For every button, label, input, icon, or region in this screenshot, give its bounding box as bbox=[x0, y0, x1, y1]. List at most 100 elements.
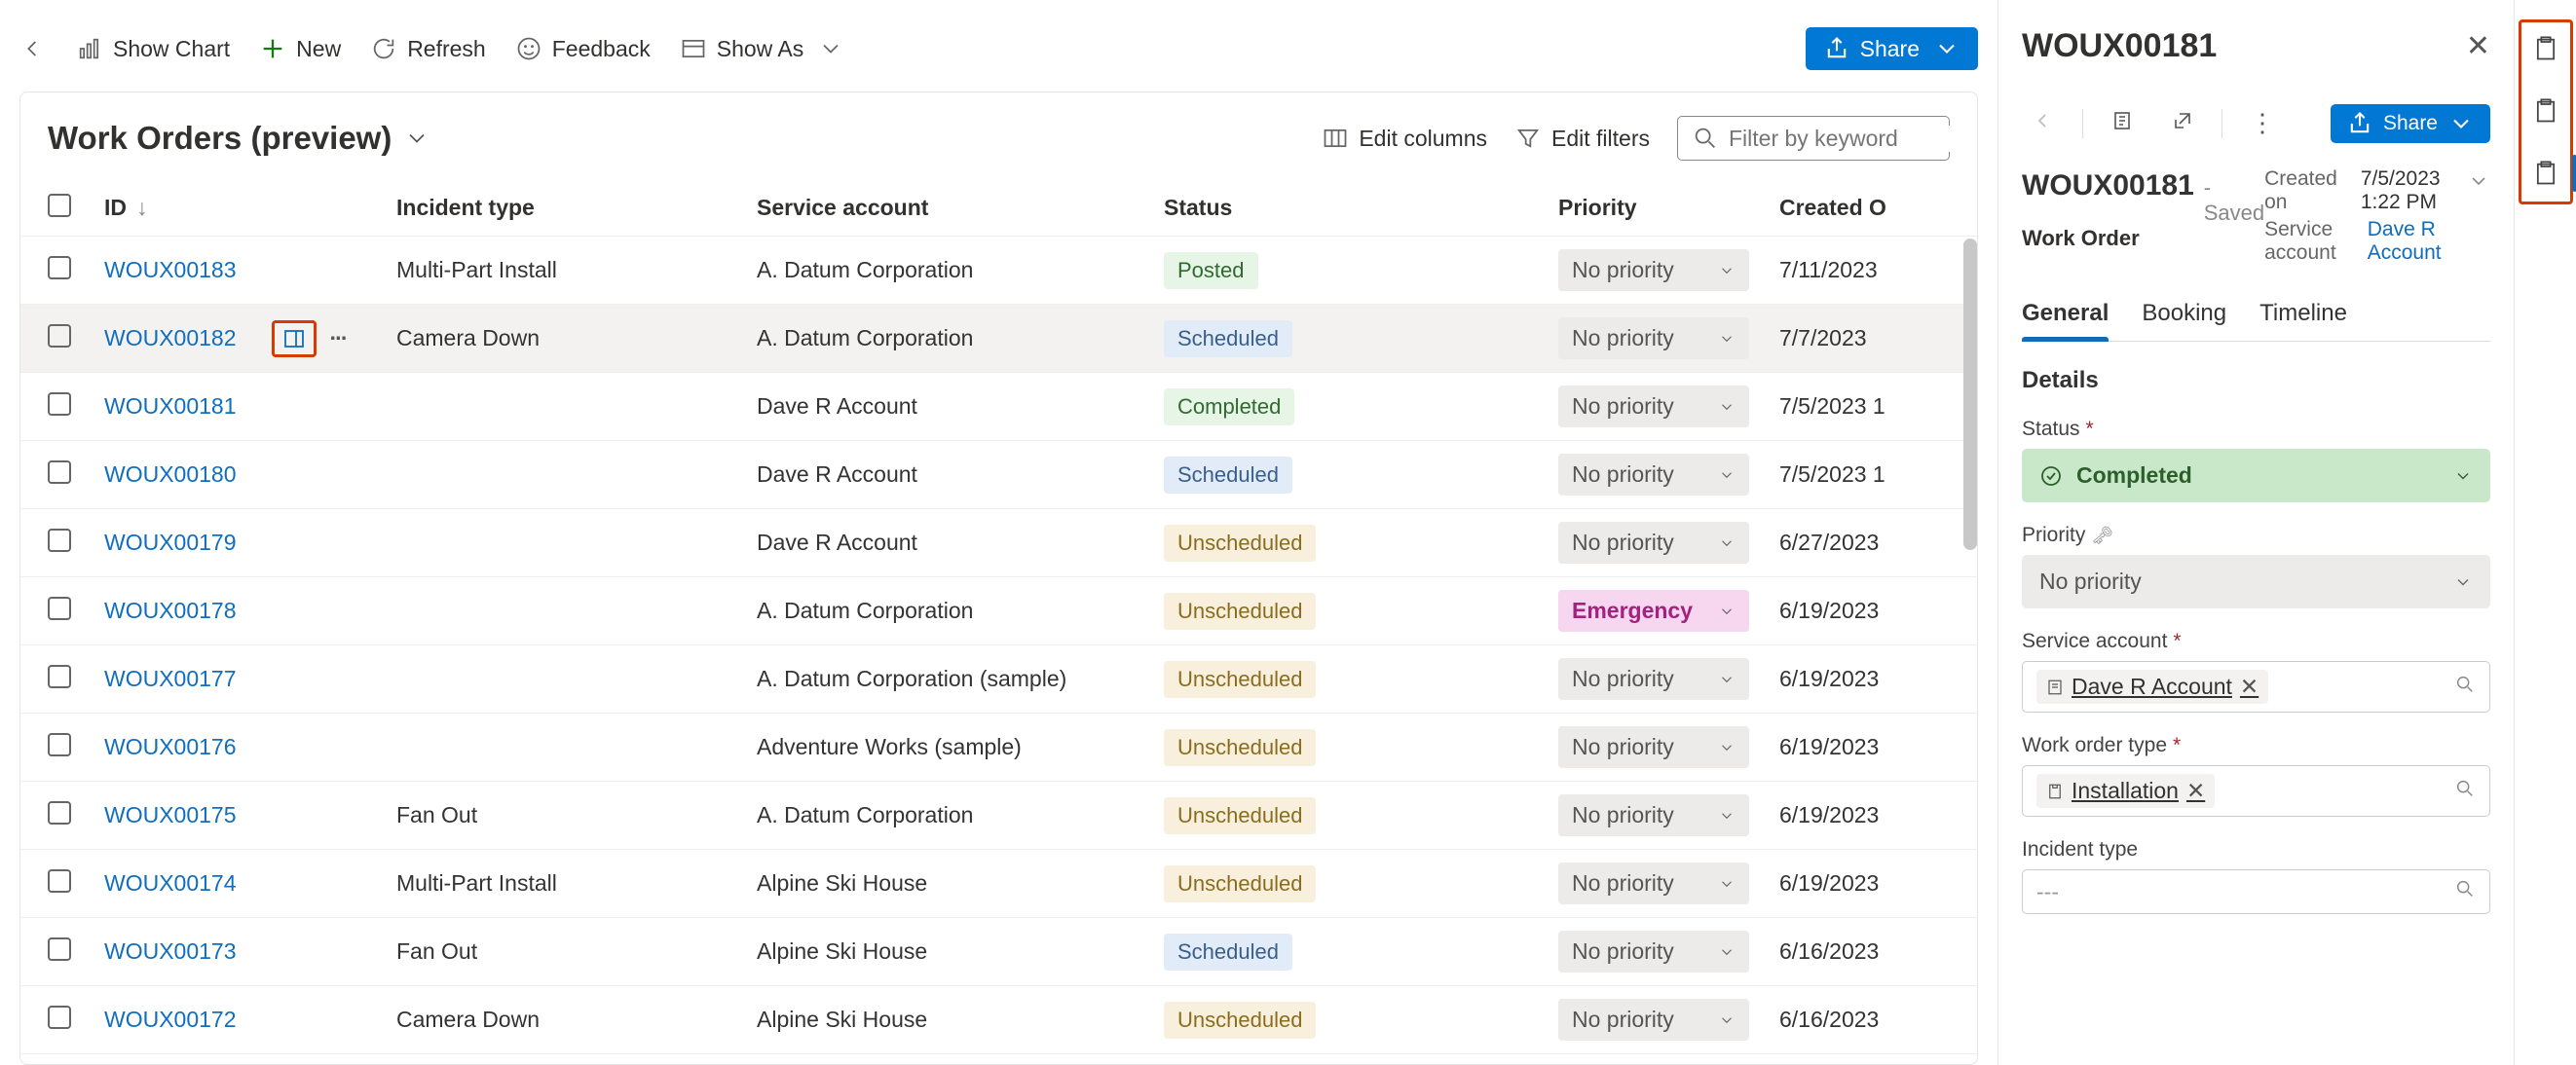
work-order-link[interactable]: WOUX00182 bbox=[104, 325, 237, 351]
incident-type-lookup[interactable]: --- bbox=[2022, 869, 2490, 914]
feedback-button[interactable]: Feedback bbox=[515, 35, 651, 62]
column-created[interactable]: Created O bbox=[1779, 195, 1886, 221]
row-checkbox[interactable] bbox=[48, 256, 71, 279]
open-record-button[interactable] bbox=[2101, 103, 2144, 144]
share-icon bbox=[1823, 35, 1850, 62]
tab-booking[interactable]: Booking bbox=[2142, 292, 2226, 341]
clear-work-order-type[interactable]: ✕ bbox=[2186, 778, 2205, 804]
row-checkbox[interactable] bbox=[48, 460, 71, 484]
priority-select[interactable]: No priority bbox=[1558, 317, 1749, 359]
work-order-link[interactable]: WOUX00181 bbox=[104, 393, 237, 420]
row-checkbox[interactable] bbox=[48, 1006, 71, 1029]
column-priority[interactable]: Priority bbox=[1558, 195, 1779, 221]
select-all-checkbox[interactable] bbox=[48, 194, 71, 217]
show-chart-button[interactable]: Show Chart bbox=[76, 35, 230, 62]
share-button[interactable]: Share bbox=[1806, 27, 1978, 70]
table-row[interactable]: WOUX00181Dave R AccountCompletedNo prior… bbox=[20, 373, 1977, 441]
status-select[interactable]: Completed bbox=[2022, 449, 2490, 502]
open-side-pane-button[interactable] bbox=[272, 320, 317, 357]
priority-select[interactable]: No priority bbox=[1558, 794, 1749, 836]
more-button[interactable]: ⋮ bbox=[2240, 102, 2285, 144]
filter-input[interactable] bbox=[1677, 116, 1950, 161]
priority-select[interactable]: No priority bbox=[1558, 454, 1749, 496]
table-row[interactable]: WOUX00177A. Datum Corporation (sample)Un… bbox=[20, 645, 1977, 714]
column-service[interactable]: Service account bbox=[757, 195, 1164, 221]
row-checkbox[interactable] bbox=[48, 937, 71, 961]
priority-select[interactable]: No priority bbox=[1558, 386, 1749, 427]
table-row[interactable]: WOUX00173Fan OutAlpine Ski HouseSchedule… bbox=[20, 918, 1977, 986]
work-order-link[interactable]: WOUX00179 bbox=[104, 530, 237, 556]
work-order-link[interactable]: WOUX00172 bbox=[104, 1007, 237, 1033]
priority-select[interactable]: No priority bbox=[1558, 863, 1749, 904]
side-panel: WOUX00181 ✕ ⋮ Share WOUX00181 - Saved Wo… bbox=[1997, 0, 2514, 1065]
row-checkbox[interactable] bbox=[48, 597, 71, 620]
status-pill: Posted bbox=[1164, 252, 1258, 289]
back-button[interactable] bbox=[19, 35, 47, 62]
edit-columns-button[interactable]: Edit columns bbox=[1322, 125, 1487, 152]
row-checkbox[interactable] bbox=[48, 529, 71, 552]
work-order-link[interactable]: WOUX00175 bbox=[104, 802, 237, 828]
view-title[interactable]: Work Orders (preview) bbox=[48, 120, 430, 157]
work-order-link[interactable]: WOUX00174 bbox=[104, 870, 237, 897]
close-button[interactable]: ✕ bbox=[2466, 29, 2490, 63]
priority-select[interactable]: No priority bbox=[1558, 249, 1749, 291]
priority-select[interactable]: No priority bbox=[1558, 522, 1749, 564]
scrollbar-thumb[interactable] bbox=[1963, 239, 1977, 550]
table-row[interactable]: WOUX00179Dave R AccountUnscheduledNo pri… bbox=[20, 509, 1977, 577]
service-account-link[interactable]: Dave R Account bbox=[2368, 218, 2447, 265]
table-row[interactable]: WOUX00176Adventure Works (sample)Unsched… bbox=[20, 714, 1977, 782]
new-button[interactable]: New bbox=[259, 35, 341, 62]
priority-select[interactable]: No priority bbox=[2022, 555, 2490, 608]
priority-select[interactable]: No priority bbox=[1558, 999, 1749, 1041]
rail-clipboard-3[interactable] bbox=[2523, 151, 2568, 196]
work-order-link[interactable]: WOUX00173 bbox=[104, 938, 237, 965]
table-row[interactable]: WOUX00174Multi-Part InstallAlpine Ski Ho… bbox=[20, 850, 1977, 918]
table-row[interactable]: WOUX00183Multi-Part InstallA. Datum Corp… bbox=[20, 237, 1977, 305]
priority-select[interactable]: No priority bbox=[1558, 726, 1749, 768]
edit-filters-button[interactable]: Edit filters bbox=[1514, 125, 1650, 152]
table-row[interactable]: WOUX00172Camera DownAlpine Ski HouseUnsc… bbox=[20, 986, 1977, 1054]
status-pill: Scheduled bbox=[1164, 457, 1292, 494]
cell-incident: Multi-Part Install bbox=[396, 870, 757, 897]
cell-service: A. Datum Corporation (sample) bbox=[757, 666, 1164, 692]
rail-clipboard-1[interactable] bbox=[2523, 26, 2568, 71]
clear-service-account[interactable]: ✕ bbox=[2240, 674, 2259, 700]
status-pill: Unscheduled bbox=[1164, 593, 1316, 630]
service-account-lookup[interactable]: Dave R Account✕ bbox=[2022, 661, 2490, 713]
refresh-button[interactable]: Refresh bbox=[370, 35, 486, 62]
rail-clipboard-2[interactable] bbox=[2523, 89, 2568, 133]
work-order-link[interactable]: WOUX00183 bbox=[104, 257, 237, 283]
table-row[interactable]: WOUX00182···Camera DownA. Datum Corporat… bbox=[20, 305, 1977, 373]
priority-select[interactable]: No priority bbox=[1558, 931, 1749, 973]
table-row[interactable]: WOUX00175Fan OutA. Datum CorporationUnsc… bbox=[20, 782, 1977, 850]
tab-timeline[interactable]: Timeline bbox=[2259, 292, 2347, 341]
cell-service: A. Datum Corporation bbox=[757, 257, 1164, 283]
table-row[interactable]: WOUX00178A. Datum CorporationUnscheduled… bbox=[20, 577, 1977, 645]
work-order-link[interactable]: WOUX00177 bbox=[104, 666, 237, 692]
table-row[interactable]: WOUX00180Dave R AccountScheduledNo prior… bbox=[20, 441, 1977, 509]
priority-select[interactable]: Emergency bbox=[1558, 590, 1749, 632]
work-order-link[interactable]: WOUX00176 bbox=[104, 734, 237, 760]
panel-back-button[interactable] bbox=[2022, 103, 2065, 144]
show-as-button[interactable]: Show As bbox=[680, 35, 845, 62]
work-order-type-lookup[interactable]: Installation✕ bbox=[2022, 765, 2490, 817]
column-status[interactable]: Status bbox=[1164, 195, 1558, 221]
row-checkbox[interactable] bbox=[48, 733, 71, 756]
row-checkbox[interactable] bbox=[48, 869, 71, 893]
header-expand-button[interactable] bbox=[2467, 169, 2490, 199]
row-checkbox[interactable] bbox=[48, 324, 71, 348]
tab-general[interactable]: General bbox=[2022, 292, 2109, 341]
row-more-button[interactable]: ··· bbox=[330, 325, 347, 351]
cell-incident: Camera Down bbox=[396, 1007, 757, 1033]
panel-title: WOUX00181 bbox=[2022, 27, 2217, 65]
row-checkbox[interactable] bbox=[48, 665, 71, 688]
row-checkbox[interactable] bbox=[48, 392, 71, 416]
panel-share-button[interactable]: Share bbox=[2331, 104, 2490, 143]
row-checkbox[interactable] bbox=[48, 801, 71, 825]
popout-button[interactable] bbox=[2161, 103, 2204, 144]
work-order-link[interactable]: WOUX00180 bbox=[104, 461, 237, 488]
column-id[interactable]: ID ↓ bbox=[104, 195, 396, 221]
priority-select[interactable]: No priority bbox=[1558, 658, 1749, 700]
work-order-link[interactable]: WOUX00178 bbox=[104, 598, 237, 624]
column-incident[interactable]: Incident type bbox=[396, 195, 757, 221]
